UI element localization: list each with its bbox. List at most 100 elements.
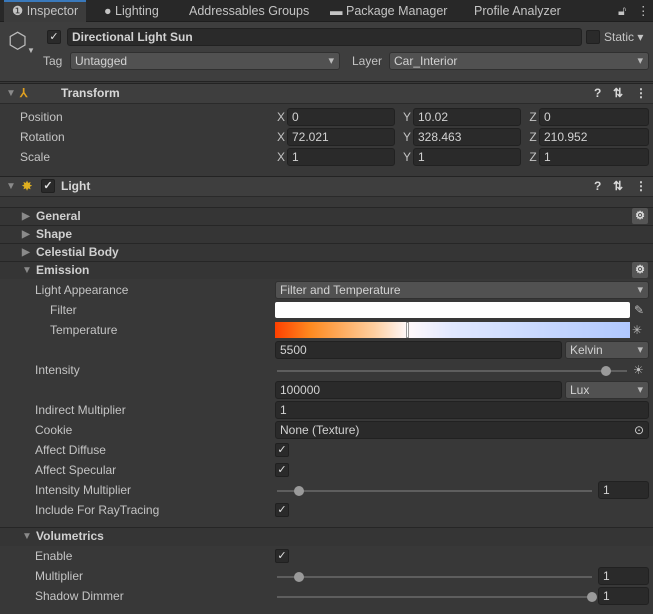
more-menu-icon[interactable]: ⋮	[637, 0, 650, 22]
foldout-arrow-icon[interactable]: ▼	[6, 84, 16, 103]
intensity-input[interactable]: 100000	[275, 381, 562, 399]
tab-package-manager[interactable]: ▬ Package Manager	[330, 0, 447, 22]
intensity-unit-dropdown[interactable]: Lux	[565, 381, 649, 399]
affect-diffuse-checkbox[interactable]: ✓	[275, 443, 289, 457]
rotation-z-input[interactable]: 210.952	[539, 128, 649, 146]
tab-lighting[interactable]: ● Lighting	[104, 0, 159, 22]
volumetrics-enable-label: Enable	[35, 549, 73, 563]
static-checkbox[interactable]	[586, 30, 600, 44]
include-raytracing-label: Include For RayTracing	[35, 503, 160, 517]
indirect-multiplier-label: Indirect Multiplier	[35, 403, 126, 417]
component-title: Transform	[61, 86, 120, 100]
rotation-label: Rotation	[20, 130, 65, 144]
temperature-gradient-slider[interactable]	[275, 322, 630, 338]
component-title: Light	[61, 179, 91, 193]
foldout-arrow-icon: ▶	[22, 229, 30, 240]
help-icon[interactable]: ?	[594, 84, 601, 103]
section-shape[interactable]: ▶ Shape	[0, 225, 653, 243]
tag-dropdown[interactable]: Untagged	[70, 52, 340, 70]
axis-x-label: X	[276, 150, 285, 164]
axis-y-label: Y	[402, 130, 411, 144]
active-checkbox[interactable]: ✓	[47, 30, 61, 44]
intensity-label: Intensity	[35, 363, 80, 377]
intensity-multiplier-input[interactable]: 1	[598, 481, 649, 499]
section-label: Celestial Body	[36, 245, 119, 259]
help-icon[interactable]: ?	[594, 177, 601, 196]
affect-specular-label: Affect Specular	[35, 463, 117, 477]
slider-knob[interactable]	[587, 592, 597, 602]
tab-addressables-groups[interactable]: Addressables Groups	[189, 0, 309, 22]
presets-icon[interactable]: ⇅	[613, 84, 623, 103]
rotation-x-input[interactable]: 72.021	[287, 128, 395, 146]
slider-track	[277, 490, 592, 492]
filter-color-field[interactable]	[275, 302, 630, 318]
tab-profile-analyzer[interactable]: Profile Analyzer	[474, 0, 561, 22]
section-label: Emission	[36, 263, 90, 277]
filter-label: Filter	[50, 303, 77, 317]
section-emission[interactable]: ▼ Emission ⚙	[0, 261, 653, 279]
axis-y-label: Y	[402, 150, 411, 164]
axis-z-label: Z	[529, 130, 537, 144]
temperature-input[interactable]: 5500	[275, 341, 562, 359]
include-raytracing-checkbox[interactable]: ✓	[275, 503, 289, 517]
position-z-input[interactable]: 0	[539, 108, 649, 126]
slider-knob[interactable]	[601, 366, 611, 376]
section-general[interactable]: ▶ General ⚙	[0, 207, 653, 225]
section-celestial-body[interactable]: ▶ Celestial Body	[0, 243, 653, 261]
slider-knob[interactable]	[294, 486, 305, 496]
settings-gear-icon[interactable]: ⚙	[632, 262, 648, 278]
object-name-input[interactable]: Directional Light Sun	[67, 28, 582, 46]
presets-icon[interactable]: ⇅	[613, 177, 623, 196]
light-enabled-checkbox[interactable]: ✓	[41, 179, 55, 193]
info-icon: ❶	[12, 4, 27, 18]
scale-y-input[interactable]: 1	[413, 148, 521, 166]
temperature-slider-handle[interactable]	[406, 322, 409, 338]
foldout-arrow-icon: ▼	[22, 531, 32, 542]
scale-z-input[interactable]: 1	[539, 148, 649, 166]
slider-knob[interactable]	[294, 572, 305, 582]
layer-label: Layer	[352, 54, 383, 68]
volumetrics-multiplier-input[interactable]: 1	[598, 567, 649, 585]
chevron-down-icon[interactable]: ▼	[27, 46, 35, 55]
scale-x-input[interactable]: 1	[287, 148, 395, 166]
section-label: Volumetrics	[36, 529, 104, 543]
volumetrics-multiplier-label: Multiplier	[35, 569, 84, 583]
axis-z-label: Z	[529, 110, 537, 124]
foldout-arrow-icon: ▶	[22, 247, 30, 258]
shadow-dimmer-input[interactable]: 1	[598, 587, 649, 605]
slider-track	[277, 576, 592, 578]
affect-specular-checkbox[interactable]: ✓	[275, 463, 289, 477]
position-label: Position	[20, 110, 63, 124]
tab-inspector[interactable]: ❶ Inspector	[4, 0, 87, 22]
transform-header[interactable]: ▼ ⅄ Transform ? ⇅ ⋮	[0, 83, 653, 104]
static-dropdown[interactable]: Static ▾	[604, 27, 643, 47]
temperature-unit-dropdown[interactable]: Kelvin	[565, 341, 649, 359]
settings-gear-icon[interactable]: ⚙	[632, 208, 648, 224]
object-picker-icon[interactable]: ⊙	[634, 422, 644, 438]
light-header[interactable]: ▼ ✸ ✓ Light ? ⇅ ⋮	[0, 176, 653, 197]
rotation-y-input[interactable]: 328.463	[413, 128, 521, 146]
cookie-label: Cookie	[35, 423, 73, 437]
slider-track	[277, 370, 627, 372]
gameobject-cube-icon[interactable]: ⬡	[8, 28, 27, 54]
light-appearance-label: Light Appearance	[35, 283, 129, 297]
section-volumetrics[interactable]: ▼ Volumetrics	[0, 527, 653, 546]
indirect-multiplier-input[interactable]: 1	[275, 401, 649, 419]
layer-dropdown[interactable]: Car_Interior	[389, 52, 649, 70]
more-menu-icon[interactable]: ⋮	[635, 177, 647, 196]
position-x-input[interactable]: 0	[287, 108, 395, 126]
axis-x-label: X	[276, 110, 285, 124]
light-appearance-dropdown[interactable]: Filter and Temperature	[275, 281, 649, 299]
temperature-label: Temperature	[50, 323, 118, 337]
volumetrics-enable-checkbox[interactable]: ✓	[275, 549, 289, 563]
eyedropper-icon[interactable]: ✎	[634, 300, 644, 320]
sun-icon: ☀	[633, 363, 644, 377]
foldout-arrow-icon[interactable]: ▼	[6, 177, 16, 196]
cookie-object-field[interactable]: None (Texture) ⊙	[275, 421, 649, 439]
position-y-input[interactable]: 10.02	[413, 108, 521, 126]
lock-icon[interactable]: 🔓︎	[618, 0, 626, 22]
more-menu-icon[interactable]: ⋮	[635, 84, 647, 103]
bulb-icon: ●	[104, 4, 116, 18]
affect-diffuse-label: Affect Diffuse	[35, 443, 106, 457]
intensity-multiplier-label: Intensity Multiplier	[35, 483, 132, 497]
